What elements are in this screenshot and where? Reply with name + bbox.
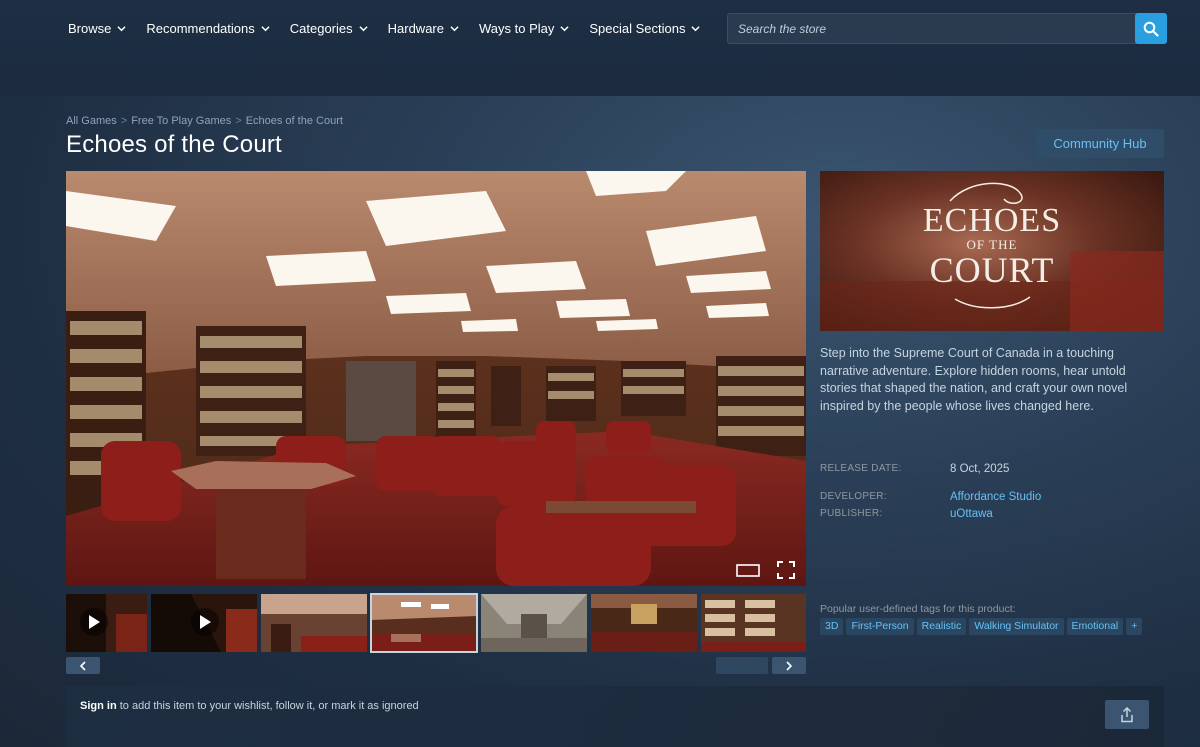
store-search: [727, 13, 1167, 44]
capsule-logo-line: ECHOES: [922, 202, 1062, 239]
share-icon: [1121, 706, 1133, 722]
chevron-down-icon: [560, 25, 569, 31]
breadcrumb: All Games > Free To Play Games > Echoes of t…: [66, 115, 343, 127]
game-details: RELEASE DATE: 8 Oct, 2025 DEVELOPER: Aff…: [820, 460, 1164, 522]
developer-link[interactable]: Affordance Studio: [950, 491, 1041, 503]
thumbnail-image: [261, 594, 367, 652]
screenshot-thumbnail[interactable]: [701, 594, 806, 652]
developer-row: DEVELOPER: Affordance Studio: [820, 488, 1164, 505]
chevron-down-icon: [261, 25, 270, 31]
scroll-left-button[interactable]: [66, 657, 100, 674]
breadcrumb-link[interactable]: Free To Play Games: [131, 115, 231, 127]
nav-label: Recommendations: [146, 20, 255, 36]
chevron-down-icon: [117, 25, 126, 31]
screenshot-thumbnail[interactable]: [261, 594, 367, 652]
signin-bar: Sign in to add this item to your wishlis…: [66, 686, 1164, 747]
signin-message-text: to add this item to your wishlist, follo…: [116, 700, 419, 712]
play-icon: [191, 608, 219, 636]
nav-ways-to-play[interactable]: Ways to Play: [469, 12, 579, 44]
nav-categories[interactable]: Categories: [280, 12, 378, 44]
video-thumbnail[interactable]: [151, 594, 257, 652]
nav-browse[interactable]: Browse: [58, 12, 136, 44]
fullscreen-icon[interactable]: [776, 560, 796, 580]
signin-message: Sign in to add this item to your wishlis…: [80, 700, 419, 712]
release-date-label: RELEASE DATE:: [820, 463, 902, 474]
publisher-label: PUBLISHER:: [820, 508, 883, 519]
search-button[interactable]: [1135, 13, 1167, 44]
thumbnail-image: [591, 594, 697, 652]
library-scene-image: [66, 171, 806, 586]
tag-emotional[interactable]: Emotional: [1066, 618, 1124, 635]
store-nav: Browse Recommendations Categories Hardwa…: [58, 12, 710, 44]
main-screenshot[interactable]: [66, 171, 806, 586]
capsule-logo-line: COURT: [929, 250, 1055, 290]
sign-in-link[interactable]: Sign in: [80, 700, 117, 712]
tags-label: Popular user-defined tags for this produ…: [820, 603, 1016, 615]
breadcrumb-separator: >: [235, 115, 242, 127]
chevron-down-icon: [359, 25, 368, 31]
release-date-value: 8 Oct, 2025: [950, 462, 1010, 475]
tag-first-person[interactable]: First-Person: [846, 618, 914, 635]
play-icon: [80, 608, 108, 636]
scroll-right-button[interactable]: [772, 657, 806, 674]
nav-label: Ways to Play: [478, 20, 555, 36]
nav-label: Special Sections: [589, 20, 686, 36]
chevron-down-icon: [691, 25, 701, 31]
chevron-down-icon: [450, 25, 459, 31]
tag-walking-simulator[interactable]: Walking Simulator: [969, 618, 1064, 635]
thumbnail-image: [481, 594, 587, 652]
screenshot-thumbnail[interactable]: [591, 594, 697, 652]
breadcrumb-separator: >: [120, 115, 128, 127]
publisher-row: PUBLISHER: uOttawa: [820, 505, 1164, 522]
media-controls: [776, 560, 796, 580]
share-button[interactable]: [1105, 700, 1149, 729]
media-thumbnail-strip: [66, 592, 806, 654]
video-thumbnail[interactable]: [66, 594, 147, 652]
nav-recommendations[interactable]: Recommendations: [136, 12, 279, 44]
search-input[interactable]: [728, 14, 1136, 43]
screenshot-thumbnail-selected[interactable]: [370, 593, 478, 653]
chevron-right-icon: [786, 660, 793, 671]
store-header: Browse Recommendations Categories Hardwa…: [0, 0, 1200, 96]
breadcrumb-link[interactable]: Echoes of the Court: [246, 115, 343, 127]
game-description: Step into the Supreme Court of Canada in…: [820, 346, 1128, 413]
nav-label: Browse: [68, 20, 112, 36]
thumbnail-image: [701, 594, 806, 652]
nav-special-sections[interactable]: Special Sections: [579, 12, 710, 44]
nav-hardware[interactable]: Hardware: [378, 12, 469, 44]
developer-label: DEVELOPER:: [820, 491, 887, 502]
community-hub-button[interactable]: Community Hub: [1036, 129, 1164, 158]
tag-list: 3D First-Person Realistic Walking Simula…: [820, 618, 1143, 635]
thumbnail-image: [371, 594, 477, 652]
chevron-left-icon: [79, 660, 86, 671]
add-tag-button[interactable]: +: [1126, 618, 1143, 635]
scrollbar-thumb[interactable]: [716, 657, 768, 674]
capsule-logo: ECHOES OF THE COURT: [820, 202, 1164, 290]
search-icon: [1143, 21, 1159, 37]
nav-label: Hardware: [387, 20, 444, 36]
thumbnail-scrollbar: [66, 657, 806, 674]
publisher-link[interactable]: uOttawa: [950, 508, 993, 520]
nav-label: Categories: [289, 20, 353, 36]
game-page: All Games > Free To Play Games > Echoes of t…: [0, 96, 1200, 747]
screenshot-thumbnail[interactable]: [481, 594, 587, 652]
release-date-row: RELEASE DATE: 8 Oct, 2025: [820, 460, 1164, 477]
breadcrumb-link[interactable]: All Games: [66, 115, 117, 127]
page-title: Echoes of the Court: [66, 131, 282, 158]
tag-3d[interactable]: 3D: [820, 618, 844, 635]
tag-realistic[interactable]: Realistic: [916, 618, 967, 635]
